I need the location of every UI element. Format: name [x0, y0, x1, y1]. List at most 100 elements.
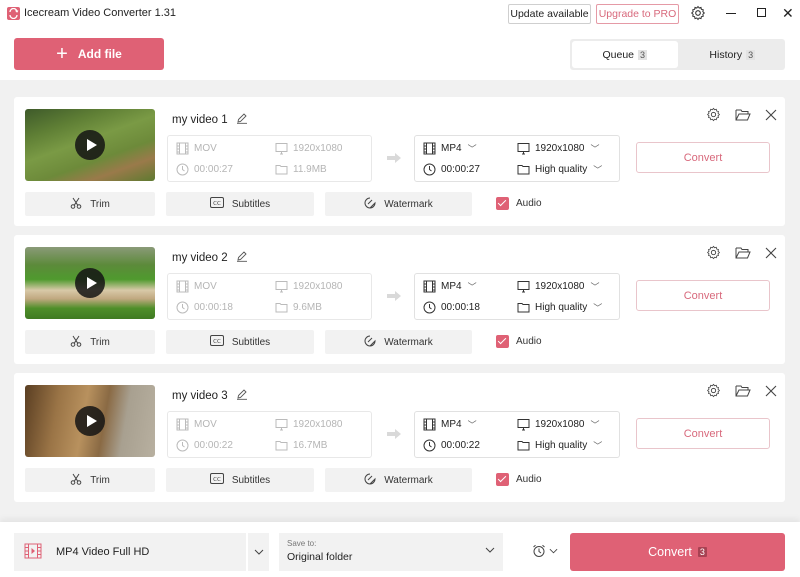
open-folder-icon[interactable]	[735, 108, 751, 125]
target-quality-dropdown[interactable]: High quality ﹀	[517, 163, 602, 176]
target-format-dropdown[interactable]: MP4 ﹀	[423, 280, 477, 293]
upgrade-pro-button[interactable]: Upgrade to PRO	[596, 4, 679, 24]
save-to-label: Save to:	[287, 539, 317, 548]
edit-pencil-icon[interactable]	[236, 250, 248, 265]
source-resolution: 1920x1080	[275, 418, 343, 431]
open-folder-icon[interactable]	[735, 384, 751, 401]
watermark-icon	[364, 335, 376, 350]
info-value: 1920x1080	[535, 143, 585, 154]
folder-icon	[275, 165, 288, 175]
remove-video-close-icon[interactable]	[765, 385, 777, 400]
watermark-button[interactable]: Watermark	[325, 192, 472, 216]
audio-toggle[interactable]: Audio	[496, 473, 542, 486]
target-quality-dropdown[interactable]: High quality ﹀	[517, 439, 602, 452]
convert-video-button[interactable]: Convert	[636, 280, 770, 311]
folder-icon	[517, 441, 530, 451]
subtitles-button[interactable]: CC Subtitles	[166, 330, 314, 354]
trim-button[interactable]: Trim	[25, 468, 155, 492]
monitor-icon	[517, 419, 530, 431]
monitor-icon	[275, 419, 288, 431]
info-value: High quality	[535, 440, 588, 451]
edit-pencil-icon[interactable]	[236, 388, 248, 403]
app-logo-icon	[7, 7, 20, 20]
play-icon[interactable]	[75, 268, 105, 298]
tab-queue[interactable]: Queue 3	[572, 41, 678, 68]
source-size: 16.7MB	[275, 439, 327, 452]
close-window-button[interactable]: ✕	[782, 6, 794, 20]
source-info-box: MOV 1920x1080 00:00:18 9.6MB	[167, 273, 372, 320]
trim-button[interactable]: Trim	[25, 330, 155, 354]
watermark-icon	[364, 197, 376, 212]
video-thumbnail[interactable]	[25, 109, 155, 181]
edit-pencil-icon[interactable]	[236, 112, 248, 127]
remove-video-close-icon[interactable]	[765, 109, 777, 124]
target-resolution-dropdown[interactable]: 1920x1080 ﹀	[517, 418, 600, 431]
info-value: 9.6MB	[293, 302, 322, 313]
convert-video-button[interactable]: Convert	[636, 142, 770, 173]
audio-checkbox[interactable]	[496, 197, 509, 210]
update-available-button[interactable]: Update available	[508, 4, 591, 24]
target-resolution-dropdown[interactable]: 1920x1080 ﹀	[517, 280, 600, 293]
settings-gear-icon[interactable]	[690, 5, 706, 24]
clock-icon	[423, 163, 436, 176]
play-icon[interactable]	[75, 406, 105, 436]
audio-checkbox[interactable]	[496, 473, 509, 486]
video-settings-gear-icon[interactable]	[706, 107, 721, 125]
arrow-right-icon	[386, 290, 402, 305]
schedule-dropdown[interactable]	[532, 544, 558, 558]
closed-captions-icon: CC	[209, 335, 224, 349]
target-quality-dropdown[interactable]: High quality ﹀	[517, 301, 602, 314]
convert-all-label: Convert	[648, 545, 692, 559]
closed-captions-icon: CC	[209, 197, 224, 211]
target-format-dropdown[interactable]: MP4 ﹀	[423, 418, 477, 431]
clock-icon	[423, 439, 436, 452]
info-value: MOV	[194, 281, 217, 292]
open-folder-icon[interactable]	[735, 246, 751, 263]
svg-text:CC: CC	[213, 477, 221, 483]
video-name: my video 3	[172, 389, 228, 402]
video-name-row: my video 1	[172, 112, 248, 127]
convert-video-button[interactable]: Convert	[636, 418, 770, 449]
video-card: my video 2 MOV 1920x1080 00:00:18 9.6MB	[14, 235, 785, 364]
film-icon	[423, 280, 436, 293]
target-resolution-dropdown[interactable]: 1920x1080 ﹀	[517, 142, 600, 155]
audio-checkbox[interactable]	[496, 335, 509, 348]
audio-toggle[interactable]: Audio	[496, 335, 542, 348]
film-icon	[176, 418, 189, 431]
play-icon[interactable]	[75, 130, 105, 160]
watermark-button[interactable]: Watermark	[325, 468, 472, 492]
card-actions	[706, 245, 777, 263]
source-duration: 00:00:22	[176, 439, 233, 452]
target-format-dropdown[interactable]: MP4 ﹀	[423, 142, 477, 155]
target-settings-box: MP4 ﹀ 1920x1080 ﹀ 00:00:22 High quality ﹀	[414, 411, 620, 458]
clock-icon	[423, 301, 436, 314]
preset-dropdown-button[interactable]	[248, 533, 269, 571]
subtitles-button[interactable]: CC Subtitles	[166, 468, 314, 492]
chevron-down-icon	[485, 547, 495, 553]
source-format: MOV	[176, 418, 217, 431]
trim-button[interactable]: Trim	[25, 192, 155, 216]
tab-history[interactable]: History 3	[680, 39, 786, 70]
monitor-icon	[275, 143, 288, 155]
monitor-icon	[517, 143, 530, 155]
closed-captions-icon: CC	[209, 473, 224, 487]
maximize-button[interactable]	[757, 8, 766, 17]
video-settings-gear-icon[interactable]	[706, 383, 721, 401]
save-to-select[interactable]: Save to: Original folder	[279, 533, 503, 571]
convert-all-button[interactable]: Convert 3	[570, 533, 785, 571]
footer-bar: MP4 Video Full HD Save to: Original fold…	[0, 522, 800, 577]
info-value: 11.9MB	[293, 164, 327, 175]
output-preset-select[interactable]: MP4 Video Full HD	[14, 533, 246, 571]
minimize-button[interactable]	[726, 13, 736, 14]
remove-video-close-icon[interactable]	[765, 247, 777, 262]
add-file-button[interactable]: + Add file	[14, 38, 164, 70]
video-thumbnail[interactable]	[25, 247, 155, 319]
video-thumbnail[interactable]	[25, 385, 155, 457]
subtitles-button[interactable]: CC Subtitles	[166, 192, 314, 216]
audio-toggle[interactable]: Audio	[496, 197, 542, 210]
watermark-button[interactable]: Watermark	[325, 330, 472, 354]
video-settings-gear-icon[interactable]	[706, 245, 721, 263]
info-value: MOV	[194, 143, 217, 154]
arrow-right-icon	[386, 152, 402, 167]
info-value: 00:00:22	[441, 440, 480, 451]
